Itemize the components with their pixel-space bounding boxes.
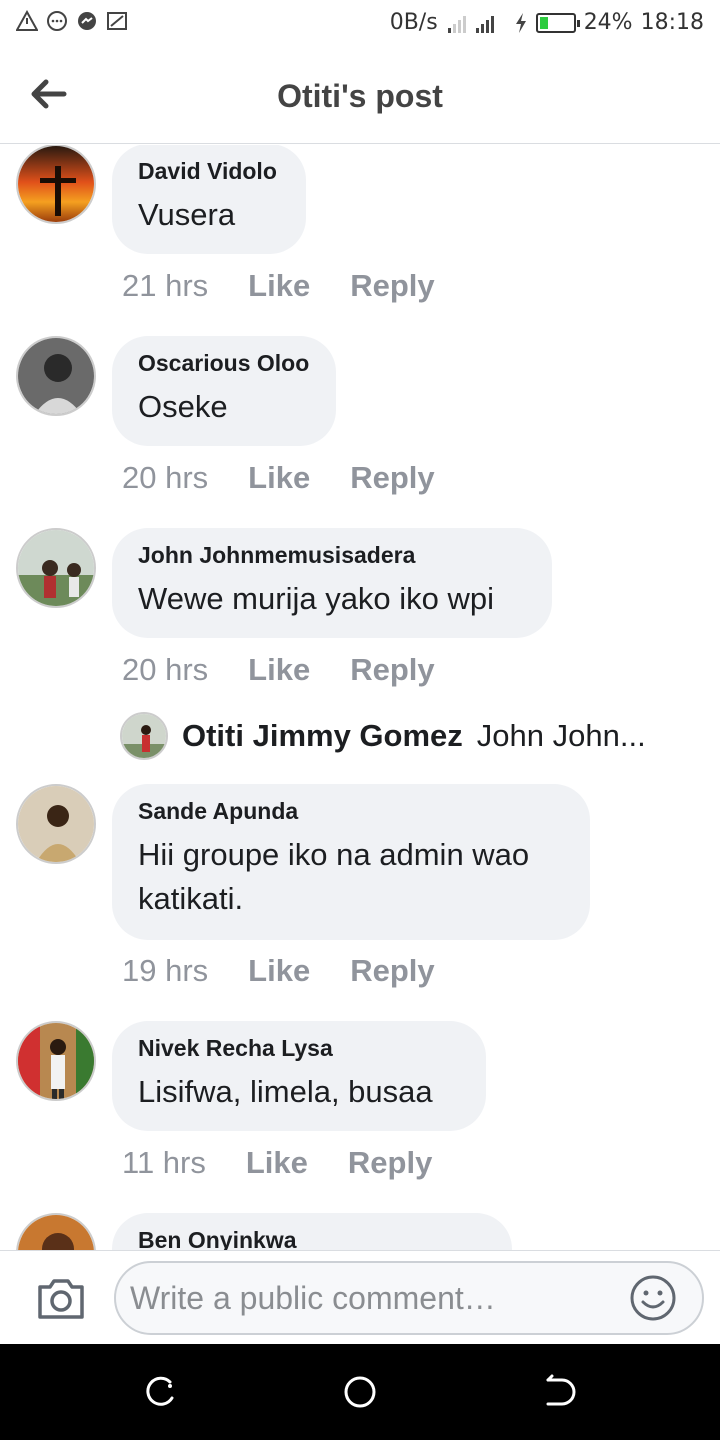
comment-input[interactable] (114, 1261, 704, 1335)
reply-button[interactable]: Reply (350, 460, 434, 496)
notification-icons (16, 10, 128, 32)
battery-percent: 24% (583, 10, 633, 35)
comment-actions: 21 hrs Like Reply (122, 268, 435, 304)
network-speed: 0B/s (389, 10, 438, 35)
home-icon[interactable] (342, 1374, 378, 1410)
page-title: Otiti's post (277, 78, 443, 114)
comment-author[interactable]: Oscarious Oloo (138, 350, 310, 377)
messenger-icon (78, 12, 96, 30)
reply-button[interactable]: Reply (350, 953, 434, 989)
comment-actions: 19 hrs Like Reply (122, 953, 435, 989)
comment-text: Oseke (138, 389, 228, 424)
chat-icon (47, 11, 67, 31)
avatar[interactable] (16, 1213, 96, 1250)
recents-icon[interactable] (142, 1374, 178, 1410)
comment-actions: 20 hrs Like Reply (122, 460, 435, 496)
like-button[interactable]: Like (248, 953, 310, 989)
comment-bubble[interactable]: Ben Onyinkwa (112, 1213, 512, 1250)
like-button[interactable]: Like (248, 652, 310, 688)
reply-text: John John... (476, 718, 646, 753)
comments-list: David Vidolo Vusera 21 hrs Like Reply Os… (0, 145, 720, 1250)
system-status: 0B/s 24% 18:18 (390, 10, 704, 35)
signal-icon (447, 15, 494, 33)
warning-triangle-icon (16, 10, 38, 31)
avatar[interactable] (16, 145, 96, 224)
comment-actions: 20 hrs Like Reply (122, 652, 435, 688)
comment-actions: 11 hrs Like Reply (122, 1145, 432, 1181)
comment-composer (0, 1250, 720, 1344)
avatar[interactable] (16, 1021, 96, 1101)
camera-icon[interactable] (34, 1271, 88, 1325)
like-button[interactable]: Like (248, 268, 310, 304)
reply-preview[interactable]: Otiti Jimmy Gomez John John... (120, 711, 646, 761)
comment-text: Wewe murija yako iko wpi (138, 581, 495, 616)
comment-text: Lisifwa, limela, busaa (138, 1074, 433, 1109)
back-icon[interactable] (542, 1374, 578, 1410)
screen-icon (107, 12, 127, 30)
comment-time[interactable]: 20 hrs (122, 652, 208, 688)
reply-button[interactable]: Reply (348, 1145, 432, 1181)
comment-author[interactable]: Ben Onyinkwa (138, 1227, 486, 1250)
comment-author[interactable]: John Johnmemusisadera (138, 542, 526, 569)
reply-button[interactable]: Reply (350, 652, 434, 688)
comment-text: Vusera (138, 197, 236, 232)
avatar[interactable] (120, 712, 168, 760)
status-bar: 0B/s 24% 18:18 (0, 0, 720, 48)
like-button[interactable]: Like (248, 460, 310, 496)
comment-bubble[interactable]: Oscarious Oloo Oseke (112, 336, 336, 446)
avatar[interactable] (16, 528, 96, 608)
clock: 18:18 (640, 10, 704, 35)
comment-time[interactable]: 21 hrs (122, 268, 208, 304)
reply-author[interactable]: Otiti Jimmy Gomez (182, 718, 463, 754)
comment-time[interactable]: 11 hrs (122, 1145, 206, 1181)
comment-bubble[interactable]: John Johnmemusisadera Wewe murija yako i… (112, 528, 552, 638)
like-button[interactable]: Like (246, 1145, 308, 1181)
system-nav-bar (0, 1344, 720, 1440)
avatar[interactable] (16, 784, 96, 864)
charging-icon (515, 12, 526, 33)
comment-text: Hii groupe iko na admin wao katikati. (138, 837, 530, 916)
comment-bubble[interactable]: Nivek Recha Lysa Lisifwa, limela, busaa (112, 1021, 486, 1131)
comment-author[interactable]: David Vidolo (138, 158, 280, 185)
comment-time[interactable]: 19 hrs (122, 953, 208, 989)
battery-icon (535, 12, 580, 33)
comment-bubble[interactable]: Sande Apunda Hii groupe iko na admin wao… (112, 784, 590, 940)
reply-button[interactable]: Reply (350, 268, 434, 304)
post-header: Otiti's post (0, 48, 720, 144)
emoji-icon[interactable] (628, 1273, 678, 1323)
comment-time[interactable]: 20 hrs (122, 460, 208, 496)
comment-author[interactable]: Sande Apunda (138, 798, 564, 825)
comment-author[interactable]: Nivek Recha Lysa (138, 1035, 460, 1062)
comment-bubble[interactable]: David Vidolo Vusera (112, 145, 306, 254)
battery-level (539, 16, 548, 29)
avatar[interactable] (16, 336, 96, 416)
